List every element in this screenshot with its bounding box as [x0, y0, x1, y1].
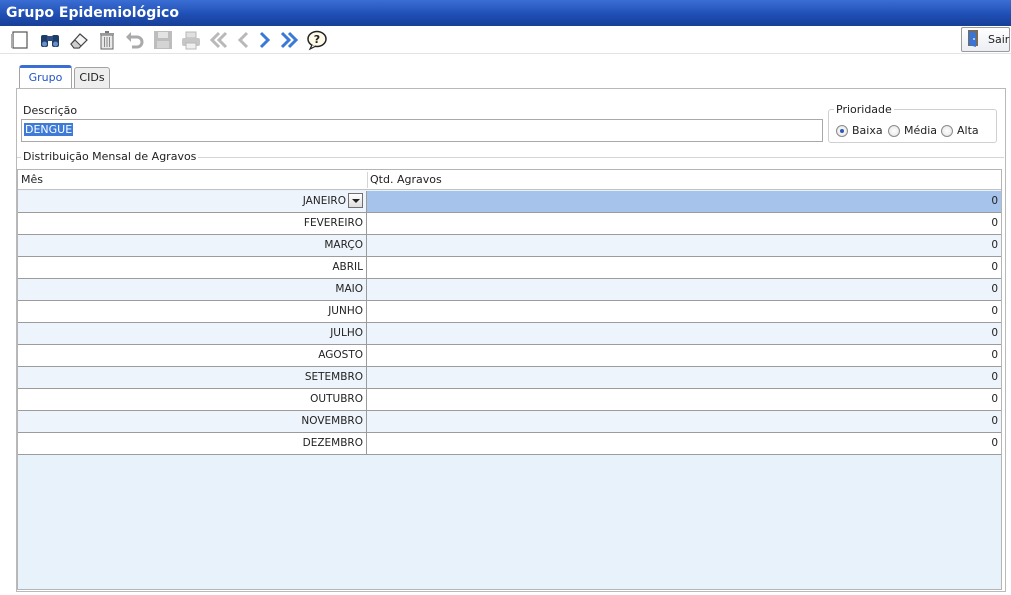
table-row[interactable]: NOVEMBRO 0 — [18, 411, 1001, 433]
column-header-qtd[interactable]: Qtd. Agravos — [367, 170, 1001, 190]
cell-mes[interactable]: JANEIRO — [18, 191, 367, 212]
descricao-label: Descrição — [23, 104, 78, 117]
radio-baixa[interactable]: Baixa — [836, 124, 883, 137]
cell-qtd[interactable]: 0 — [367, 279, 1001, 300]
dropdown-arrow-icon[interactable] — [348, 192, 363, 208]
table-row[interactable]: MAIO 0 — [18, 279, 1001, 301]
month-value: JANEIRO — [302, 195, 346, 207]
cell-qtd[interactable]: 0 — [367, 301, 1001, 322]
print-icon[interactable] — [180, 29, 202, 51]
radio-alta[interactable]: Alta — [941, 124, 979, 137]
window-title: Grupo Epidemiológico — [6, 5, 179, 21]
help-icon[interactable]: ? — [306, 29, 328, 51]
distribution-grid[interactable]: Mês Qtd. Agravos JANEIRO 0 FEVEREIRO 0 M… — [17, 169, 1002, 590]
undo-icon[interactable] — [123, 29, 145, 51]
cell-mes[interactable]: JULHO — [18, 323, 367, 344]
descricao-value: DENGUE — [24, 123, 74, 136]
cell-mes[interactable]: ABRIL — [18, 257, 367, 278]
eraser-icon[interactable] — [68, 29, 90, 51]
cell-qtd[interactable]: 0 — [367, 433, 1001, 454]
tab-grupo[interactable]: Grupo — [19, 65, 72, 89]
table-row[interactable]: FEVEREIRO 0 — [18, 213, 1001, 235]
cell-mes[interactable]: DEZEMBRO — [18, 433, 367, 454]
cell-qtd[interactable]: 0 — [367, 367, 1001, 388]
distribution-legend: Distribuição Mensal de Agravos — [21, 150, 199, 163]
cell-mes[interactable]: MARÇO — [18, 235, 367, 256]
cell-mes[interactable]: JUNHO — [18, 301, 367, 322]
cell-qtd[interactable]: 0 — [367, 411, 1001, 432]
cell-mes[interactable]: OUTUBRO — [18, 389, 367, 410]
cell-mes[interactable]: SETEMBRO — [18, 367, 367, 388]
new-icon[interactable] — [8, 29, 30, 51]
last-record-icon[interactable] — [278, 29, 300, 51]
toolbar: ? Sair — [0, 26, 1011, 54]
radio-media-label: Média — [904, 124, 938, 137]
table-row[interactable]: OUTUBRO 0 — [18, 389, 1001, 411]
save-icon[interactable] — [152, 29, 174, 51]
tab-grupo-label: Grupo — [28, 71, 63, 84]
search-binoculars-icon[interactable] — [39, 29, 61, 51]
first-record-icon[interactable] — [208, 29, 230, 51]
grid-header: Mês Qtd. Agravos — [18, 170, 1001, 190]
table-row[interactable]: DEZEMBRO 0 — [18, 433, 1001, 455]
descricao-input[interactable]: DENGUE — [21, 119, 823, 142]
cell-mes[interactable]: MAIO — [18, 279, 367, 300]
cell-qtd[interactable]: 0 — [367, 345, 1001, 366]
window-title-bar: Grupo Epidemiológico — [0, 0, 1011, 26]
table-row[interactable]: JANEIRO 0 — [18, 191, 1001, 213]
cell-qtd[interactable]: 0 — [367, 323, 1001, 344]
table-row[interactable]: AGOSTO 0 — [18, 345, 1001, 367]
cell-qtd[interactable]: 0 — [367, 213, 1001, 234]
exit-button[interactable]: Sair — [961, 27, 1010, 52]
cell-qtd[interactable]: 0 — [367, 257, 1001, 278]
cell-mes[interactable]: FEVEREIRO — [18, 213, 367, 234]
column-header-mes[interactable]: Mês — [18, 170, 367, 190]
tab-cids[interactable]: CIDs — [74, 67, 110, 88]
radio-media[interactable]: Média — [888, 124, 937, 137]
table-row[interactable]: ABRIL 0 — [18, 257, 1001, 279]
svg-text:?: ? — [314, 33, 320, 46]
radio-alta-label: Alta — [957, 124, 979, 137]
table-row[interactable]: JUNHO 0 — [18, 301, 1001, 323]
cell-mes[interactable]: AGOSTO — [18, 345, 367, 366]
prioridade-label: Prioridade — [834, 103, 894, 116]
radio-alta-dot — [941, 124, 953, 137]
table-row[interactable]: MARÇO 0 — [18, 235, 1001, 257]
table-row[interactable]: JULHO 0 — [18, 323, 1001, 345]
radio-baixa-dot — [836, 124, 848, 137]
previous-record-icon[interactable] — [232, 29, 254, 51]
exit-label: Sair — [988, 33, 1010, 46]
cell-qtd[interactable]: 0 — [367, 191, 1001, 212]
cell-mes[interactable]: NOVEMBRO — [18, 411, 367, 432]
cell-qtd[interactable]: 0 — [367, 389, 1001, 410]
radio-media-dot — [888, 124, 900, 137]
table-row[interactable]: SETEMBRO 0 — [18, 367, 1001, 389]
tab-cids-label: CIDs — [79, 71, 105, 84]
exit-door-icon — [965, 28, 985, 51]
trash-icon[interactable] — [96, 29, 118, 51]
cell-qtd[interactable]: 0 — [367, 235, 1001, 256]
next-record-icon[interactable] — [254, 29, 276, 51]
radio-baixa-label: Baixa — [852, 124, 883, 137]
